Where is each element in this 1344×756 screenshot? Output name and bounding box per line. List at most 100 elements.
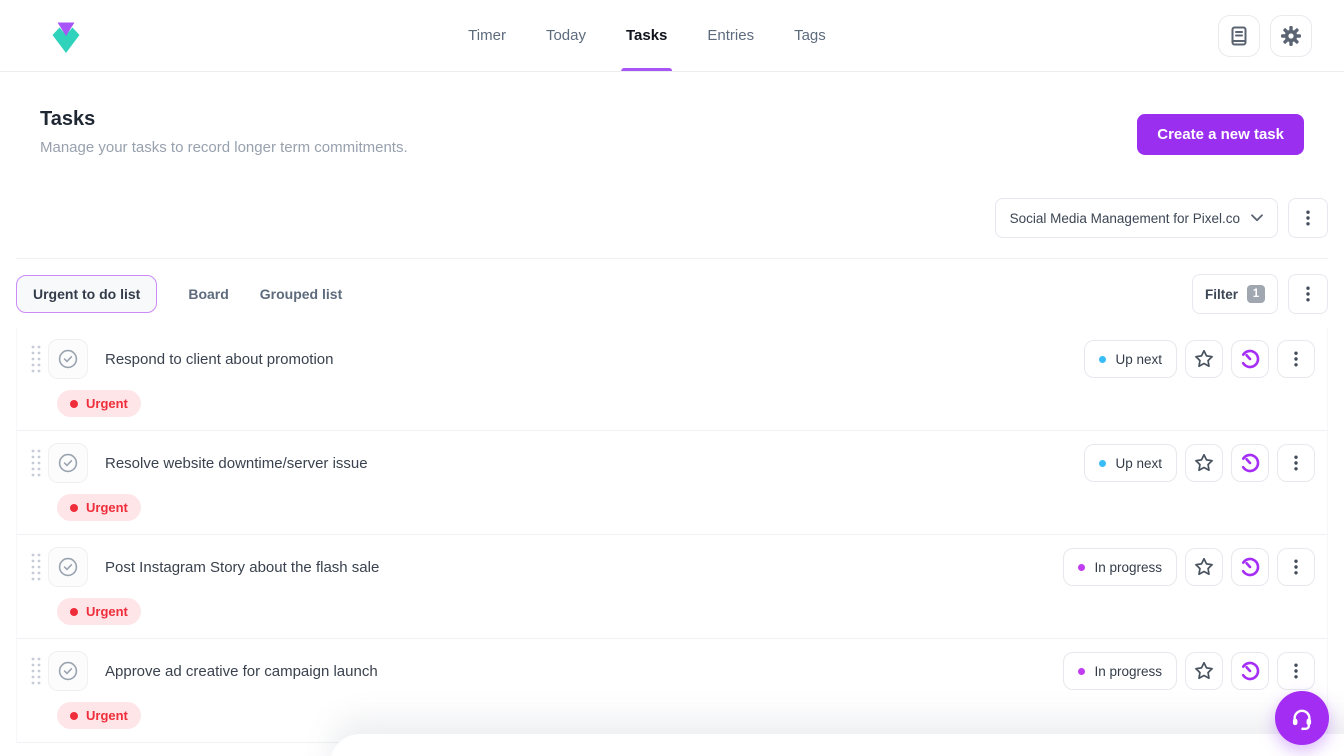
- complete-task-button[interactable]: [48, 547, 88, 587]
- tag-dot: [70, 503, 78, 512]
- view-tabs-row: Urgent to do list Board Grouped list Fil…: [16, 259, 1328, 327]
- status-label: Up next: [1115, 455, 1162, 471]
- kebab-menu-icon: [1294, 351, 1298, 367]
- filter-count-badge: 1: [1247, 285, 1265, 303]
- tab-today[interactable]: Today: [546, 0, 586, 71]
- star-icon: [1195, 453, 1213, 472]
- task-menu-button[interactable]: [1277, 444, 1315, 482]
- tag-label: Urgent: [86, 708, 128, 723]
- kebab-menu-icon: [1294, 663, 1298, 679]
- task-title[interactable]: Respond to client about promotion: [105, 351, 333, 368]
- kebab-menu-icon: [1306, 210, 1310, 226]
- help-button[interactable]: [1275, 691, 1329, 745]
- tag-urgent[interactable]: Urgent: [57, 598, 141, 625]
- tag-dot: [70, 607, 78, 616]
- complete-task-button[interactable]: [48, 651, 88, 691]
- task-title[interactable]: Post Instagram Story about the flash sal…: [105, 559, 379, 576]
- check-circle-icon: [58, 557, 78, 577]
- status-dot: [1078, 563, 1086, 571]
- app-header: Timer Today Tasks Entries Tags: [0, 0, 1344, 72]
- start-timer-button[interactable]: [1231, 548, 1269, 586]
- tab-timer[interactable]: Timer: [468, 0, 506, 71]
- list-menu-button[interactable]: [1288, 274, 1328, 314]
- status-badge[interactable]: In progress: [1063, 548, 1177, 586]
- status-dot: [1099, 459, 1107, 467]
- view-tabs: Urgent to do list Board Grouped list: [16, 275, 342, 313]
- task-title[interactable]: Approve ad creative for campaign launch: [105, 663, 378, 680]
- status-dot: [1099, 355, 1107, 363]
- favorite-task-button[interactable]: [1185, 548, 1223, 586]
- complete-task-button[interactable]: [48, 443, 88, 483]
- tab-entries[interactable]: Entries: [707, 0, 754, 71]
- main-content: Tasks Manage your tasks to record longer…: [16, 72, 1328, 743]
- create-task-button[interactable]: Create a new task: [1137, 114, 1304, 155]
- app-logo-icon[interactable]: [48, 18, 84, 54]
- page-head: Tasks Manage your tasks to record longer…: [16, 72, 1328, 156]
- task-row: Resolve website downtime/server issue Up…: [17, 431, 1327, 535]
- settings-button[interactable]: [1270, 14, 1312, 57]
- drag-handle-icon[interactable]: [30, 552, 42, 582]
- tag-urgent[interactable]: Urgent: [57, 702, 141, 729]
- book-icon: [1231, 26, 1247, 45]
- check-circle-icon: [58, 453, 78, 473]
- check-circle-icon: [58, 349, 78, 369]
- project-dropdown-label: Social Media Management for Pixel.co: [1009, 210, 1240, 226]
- task-row: Respond to client about promotion Up nex…: [17, 327, 1327, 431]
- drag-handle-icon[interactable]: [30, 656, 42, 686]
- tag-label: Urgent: [86, 396, 128, 411]
- header-actions: [1218, 14, 1312, 57]
- tag-dot: [70, 711, 78, 720]
- filter-label: Filter: [1204, 286, 1238, 302]
- task-list: Respond to client about promotion Up nex…: [16, 327, 1328, 743]
- task-menu-button[interactable]: [1277, 548, 1315, 586]
- view-tab-urgent-list[interactable]: Urgent to do list: [16, 275, 158, 313]
- status-badge[interactable]: Up next: [1084, 340, 1177, 378]
- view-tab-grouped-list[interactable]: Grouped list: [260, 286, 342, 302]
- complete-task-button[interactable]: [48, 339, 88, 379]
- tag-urgent[interactable]: Urgent: [57, 494, 141, 521]
- tab-tasks[interactable]: Tasks: [620, 0, 673, 71]
- status-label: In progress: [1094, 559, 1162, 575]
- kebab-menu-icon: [1294, 559, 1298, 575]
- star-icon: [1195, 557, 1213, 576]
- tag-dot: [70, 399, 78, 408]
- task-row: Approve ad creative for campaign launch …: [17, 639, 1327, 743]
- task-row: Post Instagram Story about the flash sal…: [17, 535, 1327, 639]
- page-title: Tasks: [40, 108, 96, 130]
- tab-tags[interactable]: Tags: [794, 0, 826, 71]
- start-timer-button[interactable]: [1231, 652, 1269, 690]
- status-badge[interactable]: In progress: [1063, 652, 1177, 690]
- drag-handle-icon[interactable]: [30, 448, 42, 478]
- start-timer-button[interactable]: [1231, 340, 1269, 378]
- chevron-down-icon: [1251, 214, 1263, 222]
- task-menu-button[interactable]: [1277, 340, 1315, 378]
- project-selector-row: Social Media Management for Pixel.co: [16, 198, 1328, 259]
- page-head-text: Tasks Manage your tasks to record longer…: [40, 108, 408, 156]
- tag-label: Urgent: [86, 604, 128, 619]
- main-nav: Timer Today Tasks Entries Tags: [468, 0, 826, 71]
- favorite-task-button[interactable]: [1185, 652, 1223, 690]
- gear-icon: [1281, 25, 1301, 46]
- drag-handle-icon[interactable]: [30, 344, 42, 374]
- task-menu-button[interactable]: [1277, 652, 1315, 690]
- timer-icon: [1238, 451, 1262, 475]
- start-timer-button[interactable]: [1231, 444, 1269, 482]
- view-tab-board[interactable]: Board: [188, 286, 228, 302]
- kebab-menu-icon: [1306, 286, 1310, 302]
- library-button[interactable]: [1218, 14, 1260, 57]
- timer-icon: [1238, 555, 1262, 579]
- check-circle-icon: [58, 661, 78, 681]
- page-subtitle: Manage your tasks to record longer term …: [40, 139, 408, 156]
- star-icon: [1195, 349, 1213, 368]
- favorite-task-button[interactable]: [1185, 340, 1223, 378]
- filter-button[interactable]: Filter 1: [1191, 274, 1278, 314]
- tag-urgent[interactable]: Urgent: [57, 390, 141, 417]
- project-menu-button[interactable]: [1288, 198, 1328, 238]
- task-title[interactable]: Resolve website downtime/server issue: [105, 455, 368, 472]
- status-label: In progress: [1094, 663, 1162, 679]
- timer-icon: [1238, 347, 1262, 371]
- status-dot: [1078, 667, 1086, 675]
- favorite-task-button[interactable]: [1185, 444, 1223, 482]
- project-dropdown[interactable]: Social Media Management for Pixel.co: [994, 198, 1278, 238]
- status-badge[interactable]: Up next: [1084, 444, 1177, 482]
